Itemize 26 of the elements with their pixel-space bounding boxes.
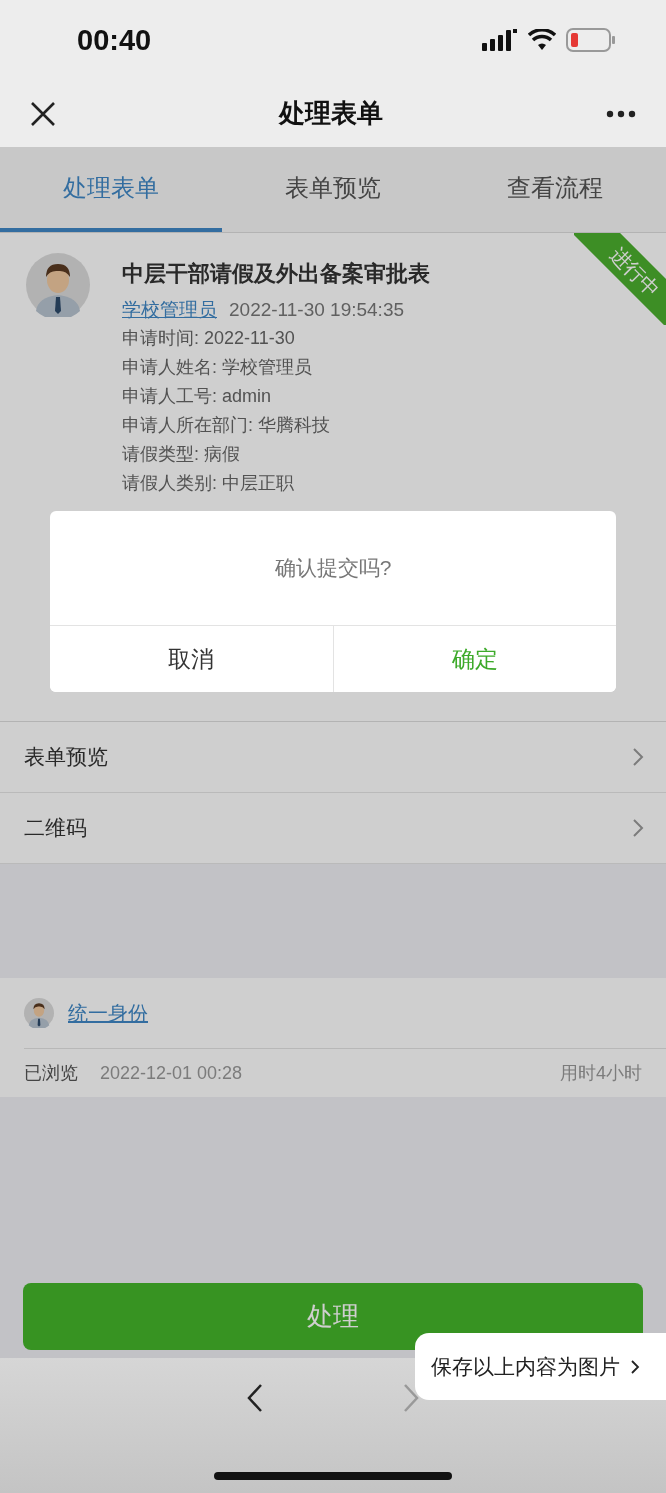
- form-field: 申请人工号: admin: [122, 382, 430, 411]
- status-time: 00:40: [77, 23, 152, 57]
- link-row[interactable]: 二维码: [0, 793, 666, 864]
- link-label: 表单预览: [24, 744, 108, 770]
- popup-label: 保存以上内容为图片: [431, 1353, 620, 1380]
- link-label: 二维码: [24, 815, 87, 841]
- form-field: 申请人姓名: 学校管理员: [122, 353, 430, 382]
- confirm-button[interactable]: 确定: [332, 626, 616, 692]
- status-ribbon: 进行中: [574, 233, 666, 325]
- save-image-popup[interactable]: 保存以上内容为图片: [415, 1333, 666, 1400]
- view-time: 2022-12-01 00:28: [100, 1062, 243, 1084]
- view-status: 已浏览: [24, 1062, 78, 1085]
- tab[interactable]: 表单预览: [222, 147, 444, 232]
- tab[interactable]: 查看流程: [444, 147, 666, 232]
- submitted-time: 2022-11-30 19:54:35: [229, 298, 405, 322]
- viewer-link[interactable]: 统一身份: [68, 999, 148, 1027]
- dialog-message: 确认提交吗?: [274, 555, 392, 581]
- page-title: 处理表单: [279, 97, 383, 130]
- form-field: 请假类型: 病假: [122, 440, 430, 469]
- view-duration: 用时4小时: [560, 1062, 642, 1085]
- link-row[interactable]: 表单预览: [0, 722, 666, 793]
- form-field: 请假人类别: 中层正职: [122, 469, 430, 498]
- submitter-link[interactable]: 学校管理员: [122, 295, 217, 324]
- form-title: 中层干部请假及外出备案审批表: [122, 260, 430, 288]
- form-field: 申请人所在部门: 华腾科技: [122, 411, 430, 440]
- form-field: 申请时间: 2022-11-30: [122, 324, 430, 353]
